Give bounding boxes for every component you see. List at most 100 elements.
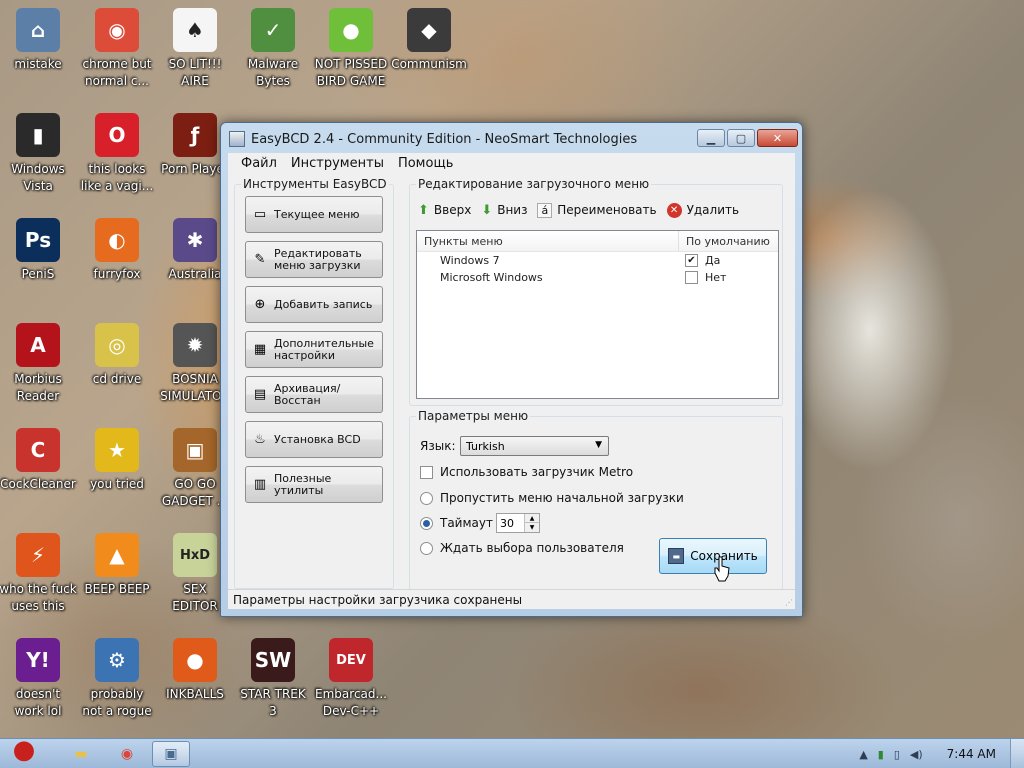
- rename-button[interactable]: á Переименовать: [537, 202, 657, 218]
- desktop-icon[interactable]: Ps PeniS: [0, 218, 77, 283]
- move-down-button[interactable]: ⬇ Вниз: [481, 203, 527, 218]
- options-group-title: Параметры меню: [416, 409, 531, 423]
- desktop-icon[interactable]: ▮ Windows Vista: [0, 113, 77, 195]
- advanced-settings-button[interactable]: ▦ Дополнительные настройки: [245, 331, 383, 368]
- tool-label: Текущее меню: [274, 207, 360, 221]
- easybcd-icon: ▣: [164, 746, 178, 762]
- timeout-option[interactable]: Таймаут: [420, 516, 493, 530]
- desktop-icon[interactable]: ◉ chrome but normal c...: [78, 8, 156, 90]
- spin-down-icon[interactable]: ▼: [524, 523, 539, 532]
- desktop-icon-label: furryfox: [93, 267, 141, 281]
- timeout-radio[interactable]: [420, 516, 433, 530]
- desktop-icon[interactable]: ● NOT PISSED BIRD GAME: [312, 8, 390, 90]
- shield-icon: ✓: [251, 8, 295, 52]
- spin-up-icon[interactable]: ▲: [524, 514, 539, 523]
- desktop-icon[interactable]: ★ you tried: [78, 428, 156, 493]
- list-item[interactable]: Windows 7 ✔ Да: [417, 252, 778, 269]
- chrome-icon: ◉: [95, 8, 139, 52]
- desktop-icon[interactable]: ◆ Communism: [390, 8, 468, 73]
- close-button[interactable]: ✕: [757, 129, 798, 147]
- default-checkbox[interactable]: [685, 271, 698, 284]
- star-icon: ★: [95, 428, 139, 472]
- desktop-icon[interactable]: ▲ BEEP BEEP: [78, 533, 156, 598]
- edit-boot-menu-button[interactable]: ✎ Редактировать меню загрузки: [245, 241, 383, 278]
- desktop-icon[interactable]: ♠ SO LIT!!! AIRE: [156, 8, 234, 90]
- desktop-icon-label: CockCleaner: [0, 477, 76, 491]
- clock[interactable]: 7:44 AM: [947, 747, 996, 761]
- desktop-icon[interactable]: ⚙ probably not a rogue: [78, 638, 156, 720]
- pig-icon: ●: [329, 8, 373, 52]
- taskbar-explorer-button[interactable]: ▬: [62, 741, 100, 767]
- timeout-spinner[interactable]: 30 ▲ ▼: [496, 513, 540, 533]
- delete-icon: ✕: [666, 202, 682, 218]
- metro-checkbox[interactable]: [420, 465, 433, 479]
- minimize-button[interactable]: ▁: [697, 129, 725, 147]
- default-checkbox[interactable]: ✔: [685, 254, 698, 267]
- column-entries[interactable]: Пункты меню: [417, 231, 679, 251]
- window-title: EasyBCD 2.4 - Community Edition - NeoSma…: [251, 132, 638, 147]
- desktop-icon[interactable]: ● INKBALLS: [156, 638, 234, 703]
- folder-icon: ▬: [74, 746, 88, 762]
- maximize-button[interactable]: ▢: [727, 129, 755, 147]
- angry-bird-icon: ●: [12, 735, 36, 765]
- desktop-icon[interactable]: A Morbius Reader: [0, 323, 77, 405]
- desktop-icon[interactable]: ⚡ who the fuck uses this: [0, 533, 77, 615]
- tray-expand-icon[interactable]: ▲: [859, 748, 867, 761]
- menu-file[interactable]: Файл: [228, 156, 284, 171]
- yahoo-icon: Y!: [16, 638, 60, 682]
- desktop-icon[interactable]: ⌂ mistake: [0, 8, 77, 73]
- devcpp-icon: DEV: [329, 638, 373, 682]
- edit-boot-menu-group: Редактирование загрузочного меню ⬆ Вверх…: [409, 177, 783, 406]
- tool-label: Добавить запись: [274, 297, 373, 311]
- skip-menu-option[interactable]: Пропустить меню начальной загрузки: [420, 491, 684, 505]
- star-wars-icon: SW: [251, 638, 295, 682]
- desktop-icon-label: mistake: [14, 57, 62, 71]
- desktop-icon-label: chrome but normal c...: [82, 57, 152, 88]
- move-up-button[interactable]: ⬆ Вверх: [418, 203, 471, 218]
- desktop-icon[interactable]: DEV Embarcad... Dev-C++: [312, 638, 390, 720]
- taskbar-chrome-button[interactable]: ◉: [108, 741, 146, 767]
- desktop-icon[interactable]: ◎ cd drive: [78, 323, 156, 388]
- battery-icon[interactable]: ▮: [878, 748, 884, 761]
- title-bar[interactable]: EasyBCD 2.4 - Community Edition - NeoSma…: [221, 123, 802, 153]
- show-desktop-button[interactable]: [1010, 739, 1024, 768]
- vlc-icon: ▲: [95, 533, 139, 577]
- add-entry-button[interactable]: ⊕ Добавить запись: [245, 286, 383, 323]
- volume-icon[interactable]: ◀): [910, 748, 923, 761]
- desktop-icon[interactable]: SW STAR TREK 3: [234, 638, 312, 720]
- list-item[interactable]: Microsoft Windows Нет: [417, 269, 778, 286]
- computer-icon: ⌂: [16, 8, 60, 52]
- wait-user-radio[interactable]: [420, 541, 433, 555]
- column-default[interactable]: По умолчанию: [679, 231, 778, 251]
- view-settings-button[interactable]: ▭ Текущее меню: [245, 196, 383, 233]
- maximize-icon: ▢: [735, 131, 747, 145]
- mouse-pointer-icon: [714, 556, 730, 582]
- network-icon[interactable]: ▯: [894, 748, 900, 761]
- taskbar-easybcd-button[interactable]: ▣: [152, 741, 190, 767]
- minimize-icon: ▁: [706, 131, 716, 145]
- menu-help[interactable]: Помощь: [391, 156, 460, 171]
- desktop-icon-label: INKBALLS: [166, 687, 224, 701]
- desktop-icon[interactable]: Y! doesn't work lol: [0, 638, 77, 720]
- ccleaner-icon: C: [16, 428, 60, 472]
- desktop-icon[interactable]: Othis looks like a vagi...: [78, 113, 156, 195]
- bcd-deployment-button[interactable]: ♨ Установка BCD: [245, 421, 383, 458]
- taskbar: ● ▬ ◉ ▣ ▲ ▮ ▯ ◀) 7:44 AM: [0, 735, 1024, 768]
- desktop-icon[interactable]: C CockCleaner: [0, 428, 77, 493]
- tool-icon: ⊕: [254, 297, 266, 312]
- language-label: Язык:: [420, 439, 456, 453]
- pdf-icon: A: [16, 323, 60, 367]
- delete-button[interactable]: ✕ Удалить: [666, 202, 739, 218]
- wait-user-option[interactable]: Ждать выбора пользователя: [420, 541, 624, 555]
- boot-entries-list[interactable]: Пункты меню По умолчанию Windows 7 ✔ Да Mic…: [416, 230, 779, 399]
- desktop-icon[interactable]: ✓ Malware Bytes: [234, 8, 312, 90]
- useful-utilities-button[interactable]: ▥ Полезные утилиты: [245, 466, 383, 503]
- resize-grip-icon[interactable]: ⋰: [785, 598, 793, 607]
- backup-restore-button[interactable]: ▤ Архивация/Восстан: [245, 376, 383, 413]
- metro-option[interactable]: Использовать загрузчик Metro: [420, 465, 633, 479]
- start-button[interactable]: ●: [2, 731, 46, 768]
- skip-menu-radio[interactable]: [420, 491, 433, 505]
- language-select[interactable]: Turkish ▼: [460, 436, 609, 456]
- desktop-icon[interactable]: ◐ furryfox: [78, 218, 156, 283]
- menu-tools[interactable]: Инструменты: [284, 156, 391, 171]
